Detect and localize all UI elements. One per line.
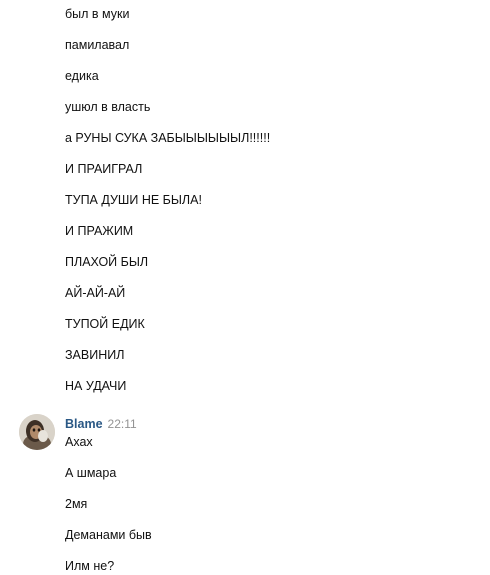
message-text: едика [65,69,99,83]
message-text: 2мя [65,497,88,511]
message-text: Илм не? [65,559,115,573]
user-avatar-icon [19,414,55,450]
message-text: ЗАВИНИЛ [65,348,125,362]
message-text: ушюл в власть [65,100,151,114]
message-text: А шмара [65,466,117,480]
message-text: И ПРАЖИМ [65,224,134,238]
message-text: НА УДАЧИ [65,379,127,393]
message-text: ПЛАХОЙ БЫЛ [65,255,149,269]
chat-history: был в муки памилавал едика ушюл в власть… [0,0,490,575]
message-text: АЙ-АЙ-АЙ [65,286,126,300]
sender-name-link[interactable]: Blame [65,417,103,431]
user-avatar[interactable] [19,414,55,450]
message-text: был в муки [65,7,130,21]
message-text: памилавал [65,38,130,52]
message-text: а РУНЫ СУКА ЗАБЫЫЫЫЫЫЛ!!!!!! [65,131,271,145]
message-text: ТУПА ДУШИ НЕ БЫЛА! [65,193,202,207]
message-header: Blame 22:11 [65,416,137,432]
message-text: И ПРАИГРАЛ [65,162,143,176]
message-time[interactable]: 22:11 [108,417,137,431]
message-text: Деманами быв [65,528,152,542]
message-text: Ахах [65,435,93,449]
message-text: ТУПОЙ ЕДИК [65,317,145,331]
